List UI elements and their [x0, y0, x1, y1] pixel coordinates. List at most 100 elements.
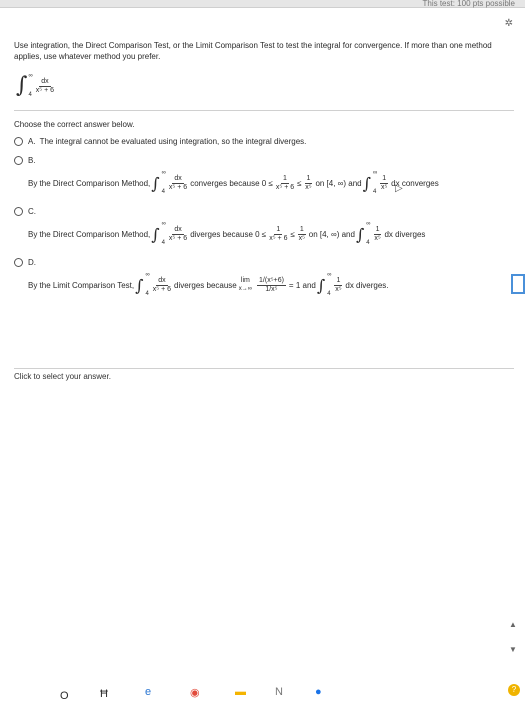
- option-mid: diverges because 0 ≤: [190, 229, 267, 239]
- integrand: dx x⁵ + 6: [169, 175, 187, 192]
- integral-limits: ∞ 4: [28, 71, 32, 101]
- option-math: By the Direct Comparison Method, ∫ ∞ 4 dx…: [28, 219, 425, 249]
- radio-a[interactable]: [14, 137, 23, 146]
- option-lead: By the Limit Comparison Test,: [28, 280, 135, 290]
- taskbar: O Ħ e ◉ ▬ N ●: [0, 400, 525, 702]
- integral-limits: ∞ 4: [373, 168, 377, 198]
- integral-limits: ∞ 4: [162, 219, 166, 249]
- chrome-icon[interactable]: ◉: [190, 686, 200, 699]
- gear-icon[interactable]: ✲: [505, 18, 513, 29]
- denominator: x⁵ + 6: [269, 234, 288, 242]
- folder-icon[interactable]: ▬: [235, 686, 246, 698]
- fraction-2: 1 x⁵: [297, 225, 306, 243]
- denominator: x⁵ + 6: [35, 86, 55, 94]
- numerator: 1: [304, 174, 313, 184]
- numerator: 1: [274, 225, 283, 235]
- denominator: x⁵ + 6: [275, 183, 295, 191]
- option-lead: By the Direct Comparison Method,: [28, 229, 151, 239]
- numerator: dx: [172, 225, 184, 235]
- integral-sign: ∫: [16, 73, 28, 98]
- integrand: dx x⁵ + 6: [169, 226, 187, 243]
- radio-c[interactable]: [14, 207, 23, 216]
- radio-b[interactable]: [14, 156, 23, 165]
- upper-limit: ∞: [145, 272, 150, 278]
- option-text: The integral cannot be evaluated using i…: [39, 137, 307, 146]
- numerator: 1: [380, 174, 389, 184]
- option-b[interactable]: B. By the Direct Comparison Method, ∫ ∞ 4…: [14, 155, 514, 198]
- fraction-2: 1 x⁵: [304, 174, 313, 192]
- integral-sign: ∫: [151, 173, 160, 193]
- numerator: 1/(x⁵+6): [257, 276, 286, 286]
- lower-limit: 4: [366, 240, 370, 246]
- integrand: dx x⁵ + 6: [153, 277, 171, 294]
- denominator: x⁵: [298, 234, 306, 242]
- radio-d[interactable]: [14, 258, 23, 267]
- help-icon[interactable]: ?: [508, 684, 520, 696]
- option-letter: C.: [28, 207, 36, 216]
- denominator: x⁵: [374, 234, 381, 242]
- numerator: 1: [281, 174, 289, 184]
- problem-integral: ∫ ∞ 4 dx x⁵ + 6: [16, 68, 514, 104]
- corner-box: [511, 274, 525, 294]
- lower-limit: 4: [28, 92, 32, 98]
- app-n-icon[interactable]: N: [275, 686, 283, 698]
- denominator: x⁵ + 6: [152, 285, 172, 293]
- integral-sign: ∫: [355, 224, 365, 244]
- top-hint: This test: 100 pts possible: [422, 0, 516, 8]
- upper-limit: ∞: [372, 170, 378, 176]
- edge-icon[interactable]: e: [145, 686, 151, 698]
- store-icon[interactable]: ●: [315, 686, 322, 698]
- footer-hint: Click to select your answer.: [14, 372, 111, 381]
- denominator: x⁵: [305, 183, 312, 191]
- lower-limit: 4: [161, 189, 165, 195]
- lim-sub: x→∞: [238, 286, 253, 292]
- question-panel: Use integration, the Direct Comparison T…: [14, 40, 514, 308]
- scroll-down-icon[interactable]: ▼: [507, 645, 519, 657]
- numerator: dx: [156, 276, 168, 286]
- option-math: By the Direct Comparison Method, ∫ ∞ 4 dx…: [28, 168, 439, 198]
- numerator: 1: [373, 225, 382, 235]
- le-sign: ≤: [297, 178, 302, 188]
- fraction-1: 1 x⁵ + 6: [269, 226, 287, 243]
- fraction-1: 1 x⁵ + 6: [276, 175, 294, 192]
- integral-sign: ∫: [362, 173, 371, 193]
- option-a[interactable]: A. The integral cannot be evaluated usin…: [14, 136, 514, 147]
- option-c[interactable]: C. By the Direct Comparison Method, ∫ ∞ 4…: [14, 206, 514, 249]
- numerator: dx: [172, 174, 184, 184]
- integrand-2: 1 x⁵: [380, 174, 389, 192]
- lower-limit: 4: [372, 189, 377, 195]
- divider: [14, 110, 514, 111]
- option-math: By the Limit Comparison Test, ∫ ∞ 4 dx x⁵ …: [28, 270, 389, 300]
- option-letter: B.: [28, 156, 36, 165]
- le-sign: ≤: [290, 229, 295, 239]
- integrand-2: 1 x⁵: [334, 277, 343, 294]
- numerator: 1: [297, 225, 306, 235]
- option-eq: = 1 and: [288, 280, 316, 290]
- upper-limit: ∞: [161, 170, 166, 176]
- option-tail: on [4, ∞) and: [308, 229, 355, 239]
- top-strip: This test: 100 pts possible: [0, 0, 525, 8]
- option-mid: diverges because: [174, 280, 237, 290]
- numerator: dx: [39, 77, 51, 87]
- denominator: x⁵ + 6: [168, 183, 188, 191]
- lower-limit: 4: [327, 291, 331, 297]
- option-end: dx diverges.: [345, 280, 389, 290]
- start-icon[interactable]: O: [60, 690, 69, 702]
- integral-limits: ∞ 4: [145, 270, 149, 300]
- denominator: x⁵: [381, 183, 388, 191]
- fraction-1: 1/(x⁵+6) 1/x⁵: [257, 277, 286, 294]
- option-end: dx diverges: [384, 229, 426, 239]
- limit: lim x→∞: [239, 277, 252, 293]
- upper-limit: ∞: [327, 272, 332, 278]
- denominator: 1/x⁵: [265, 285, 278, 293]
- integral-limits: ∞ 4: [366, 219, 370, 249]
- task-view-icon[interactable]: Ħ: [100, 688, 108, 700]
- integrand-2: 1 x⁵: [373, 225, 382, 243]
- option-d[interactable]: D. By the Limit Comparison Test, ∫ ∞ 4 dx…: [14, 257, 514, 300]
- integral-limits: ∞ 4: [162, 168, 166, 198]
- scroll-up-icon[interactable]: ▲: [507, 620, 519, 632]
- option-tail: on [4, ∞) and: [315, 178, 362, 188]
- instructions: Choose the correct answer below.: [14, 120, 135, 129]
- upper-limit: ∞: [161, 221, 166, 227]
- question-text: Use integration, the Direct Comparison T…: [14, 41, 492, 61]
